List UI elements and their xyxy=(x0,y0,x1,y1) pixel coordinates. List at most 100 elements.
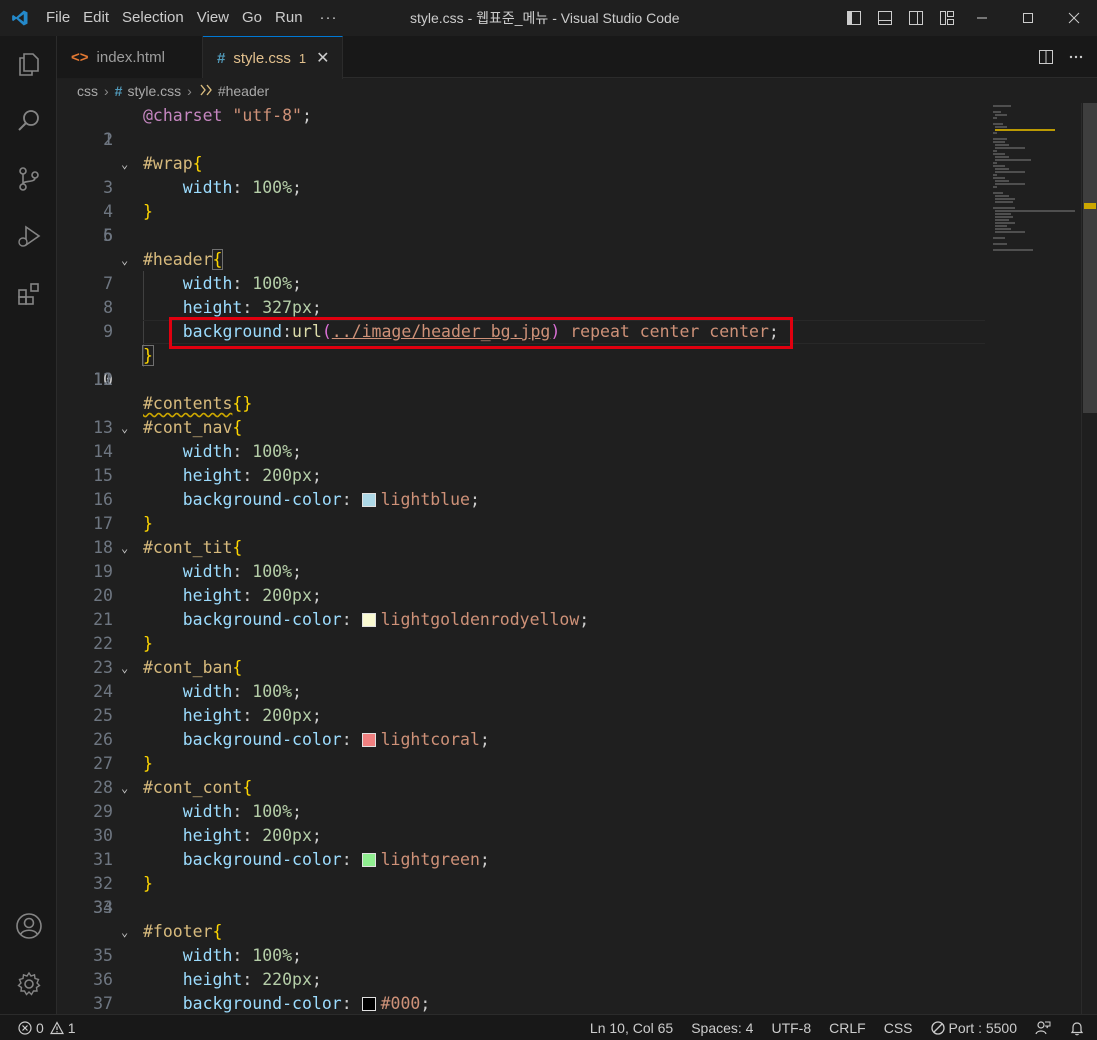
tab-style-css[interactable]: # style.css 1 ✕ xyxy=(203,36,343,79)
problems-indicator[interactable]: 0 1 xyxy=(18,1015,85,1040)
tab-label: style.css xyxy=(233,49,291,67)
menu-view[interactable]: View xyxy=(191,0,235,36)
scrollbar-thumb[interactable] xyxy=(1083,103,1097,413)
toggle-secondary-sidebar-icon[interactable] xyxy=(900,0,931,36)
code-token: 100% xyxy=(252,562,293,581)
block-icon xyxy=(930,1021,945,1035)
editor-actions xyxy=(1031,36,1097,78)
code-token: background-color xyxy=(182,850,342,869)
code-line: 22 background-color: lightgoldenrodyello… xyxy=(57,608,1097,653)
code-token: #contents xyxy=(143,394,233,413)
code-token: width xyxy=(182,178,233,197)
color-swatch[interactable] xyxy=(361,853,376,867)
feedback-icon[interactable] xyxy=(1026,1015,1060,1040)
code-line: 18} xyxy=(57,512,1097,557)
tab-bar: <> index.html # style.css 1 ✕ xyxy=(57,36,1097,79)
menu-file[interactable]: File xyxy=(40,0,76,36)
title-bar: File Edit Selection View Go Run ··· styl… xyxy=(0,0,1097,36)
live-server-port[interactable]: Port : 5500 xyxy=(922,1015,1027,1040)
close-tab-icon[interactable]: ✕ xyxy=(316,48,329,68)
fold-chevron-icon[interactable]: ⌄ xyxy=(121,248,137,272)
chevron-right-icon: › xyxy=(104,83,109,99)
code-line: 8 width: 100%; xyxy=(57,272,1097,317)
code-line: 7 ⌄ #header{ xyxy=(57,248,1097,293)
breadcrumb-file[interactable]: style.css xyxy=(127,83,181,99)
menu-run[interactable]: Run xyxy=(269,0,309,36)
code-line: 31 height: 200px; xyxy=(57,824,1097,869)
color-swatch[interactable] xyxy=(361,613,376,627)
status-bar: 0 1 Ln 10, Col 65 Spaces: 4 UTF-8 CRLF C… xyxy=(0,1014,1097,1040)
breadcrumb-folder[interactable]: css xyxy=(77,83,98,99)
code-line: 2 xyxy=(57,128,1097,152)
file-encoding[interactable]: UTF-8 xyxy=(762,1015,820,1040)
code-line: 34 xyxy=(57,896,1097,920)
window-title: style.css - 웹표준_메뉴 - Visual Studio Code xyxy=(410,10,680,26)
breadcrumb-symbol[interactable]: #header xyxy=(218,83,269,99)
run-debug-icon[interactable] xyxy=(0,212,57,260)
fold-chevron-icon[interactable]: ⌄ xyxy=(121,536,137,560)
code-line: 21 height: 200px; xyxy=(57,584,1097,629)
activity-bar xyxy=(0,36,57,1014)
line-ending[interactable]: CRLF xyxy=(820,1015,875,1040)
source-control-icon[interactable] xyxy=(0,155,57,203)
minimap[interactable] xyxy=(989,103,1079,263)
close-window-icon[interactable] xyxy=(1051,0,1097,36)
maximize-icon[interactable] xyxy=(1005,0,1051,36)
fold-chevron-icon[interactable]: ⌄ xyxy=(121,416,137,440)
layout-controls xyxy=(838,0,962,36)
css-file-icon: # xyxy=(114,83,123,99)
more-actions-icon[interactable] xyxy=(1061,42,1091,72)
menu-selection[interactable]: Selection xyxy=(116,0,190,36)
indentation[interactable]: Spaces: 4 xyxy=(682,1015,762,1040)
accounts-icon[interactable] xyxy=(0,902,57,950)
color-swatch[interactable] xyxy=(361,733,376,747)
notifications-bell-icon[interactable] xyxy=(1060,1015,1097,1040)
code-line: 5} xyxy=(57,200,1097,245)
code-line: 1 @charset "utf-8"; xyxy=(57,104,1097,149)
line-number: 2 xyxy=(103,130,113,149)
code-token: 100% xyxy=(252,442,293,461)
search-icon[interactable] xyxy=(0,97,57,145)
color-swatch[interactable] xyxy=(361,997,376,1011)
code-token: width xyxy=(182,802,233,821)
manage-gear-icon[interactable] xyxy=(0,960,57,1008)
toggle-primary-sidebar-icon[interactable] xyxy=(838,0,869,36)
warning-count: 1 xyxy=(67,1019,76,1036)
menu-edit[interactable]: Edit xyxy=(77,0,115,36)
menu-bar: File Edit Selection View Go Run ··· xyxy=(40,0,349,36)
code-token: 200px xyxy=(262,706,312,725)
code-token: width xyxy=(182,442,233,461)
explorer-icon[interactable] xyxy=(0,40,57,88)
selector-symbol-icon xyxy=(198,83,214,100)
code-token: 100% xyxy=(252,802,293,821)
vscode-logo-icon xyxy=(0,0,40,36)
code-line: 6 xyxy=(57,224,1097,248)
code-token: lightcoral xyxy=(380,730,480,749)
code-token: width xyxy=(182,682,233,701)
tab-index-html[interactable]: <> index.html xyxy=(57,36,203,78)
code-line: 26 height: 200px; xyxy=(57,704,1097,749)
code-line: 24 ⌄ #cont_ban{ xyxy=(57,656,1097,701)
menu-go[interactable]: Go xyxy=(236,0,268,36)
menu-more[interactable]: ··· xyxy=(310,0,348,36)
problem-count-badge: 1 xyxy=(298,50,307,66)
fold-chevron-icon[interactable]: ⌄ xyxy=(121,776,137,800)
code-line: 25 width: 100%; xyxy=(57,680,1097,725)
color-swatch[interactable] xyxy=(361,493,376,507)
language-mode[interactable]: CSS xyxy=(875,1015,922,1040)
line-number: 12 xyxy=(93,370,113,389)
minimize-icon[interactable] xyxy=(959,0,1005,36)
toggle-panel-icon[interactable] xyxy=(869,0,900,36)
fold-chevron-icon[interactable]: ⌄ xyxy=(121,152,137,176)
vertical-scrollbar[interactable] xyxy=(1081,103,1097,1014)
customize-layout-icon[interactable] xyxy=(931,0,962,36)
split-editor-icon[interactable] xyxy=(1031,42,1061,72)
code-editor[interactable]: 1 @charset "utf-8"; 2 3 ⌄ #wrap{ 4 width:… xyxy=(57,103,1097,1014)
code-line: 12 xyxy=(57,368,1097,392)
code-token: #header xyxy=(143,250,213,269)
fold-chevron-icon[interactable]: ⌄ xyxy=(121,920,137,944)
fold-chevron-icon[interactable]: ⌄ xyxy=(121,656,137,680)
breadcrumb: css › # style.css › #header xyxy=(57,79,1097,103)
extensions-icon[interactable] xyxy=(0,270,57,318)
cursor-position[interactable]: Ln 10, Col 65 xyxy=(581,1015,682,1040)
